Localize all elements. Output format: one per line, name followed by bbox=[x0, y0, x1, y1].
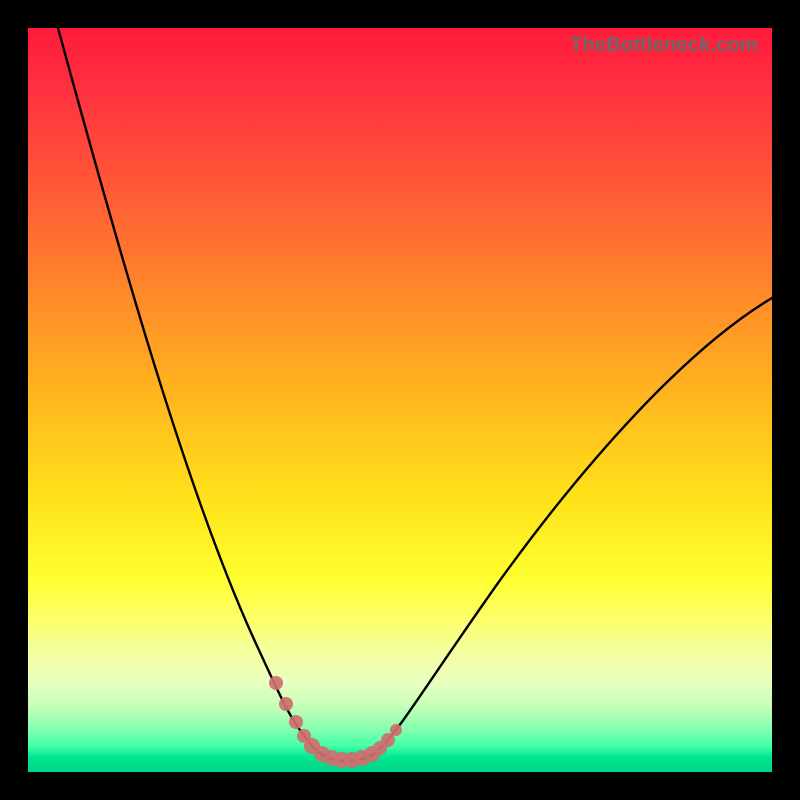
bottleneck-curve bbox=[58, 28, 772, 761]
plot-area: TheBottleneck.com bbox=[28, 28, 772, 772]
chart-svg bbox=[28, 28, 772, 772]
chart-frame: TheBottleneck.com bbox=[0, 0, 800, 800]
valley-dot-cluster bbox=[269, 676, 402, 768]
